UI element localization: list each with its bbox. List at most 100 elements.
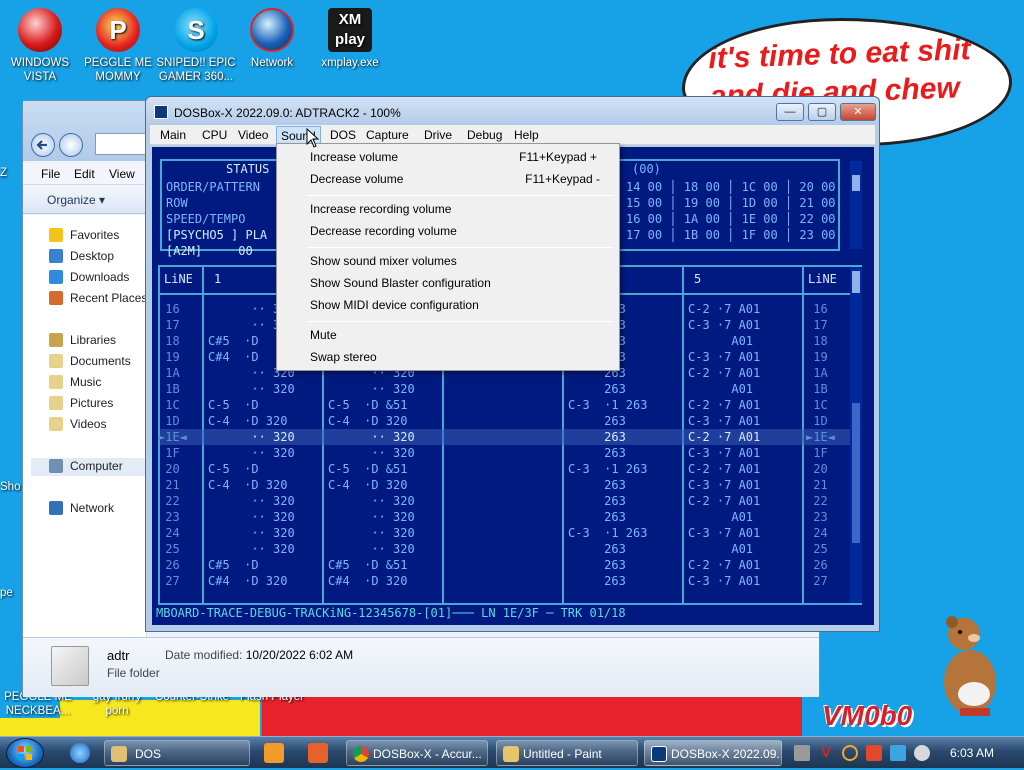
menu-file[interactable]: File <box>41 167 60 181</box>
menu-help[interactable]: Help <box>510 128 543 142</box>
menu-edit[interactable]: Edit <box>74 167 95 181</box>
menu-item-shortcut: F11+Keypad - <box>525 172 600 186</box>
menu-item-decrease-volume[interactable]: Decrease volume F11+Keypad - <box>279 168 617 190</box>
pattern-cell: ·· 320 <box>208 446 295 460</box>
menu-item-increase-recording-volume[interactable]: Increase recording volume <box>279 198 617 220</box>
taskbar-button-paint[interactable]: Untitled - Paint <box>496 740 638 766</box>
back-button[interactable] <box>31 133 55 157</box>
desktop-icon-network[interactable]: Network <box>232 8 312 70</box>
nav-label: Recent Places <box>70 291 148 305</box>
menu-item-show-sound-blaster-configuration[interactable]: Show Sound Blaster configuration <box>279 272 617 294</box>
desktop-icon-peggle[interactable]: P PEGGLE ME MOMMY <box>78 8 158 84</box>
dosbox-menubar: Main CPU Video Sound DOS Capture Drive D… <box>150 125 875 146</box>
dosbox-titlebar[interactable]: DOSBox-X 2022.09.0: ADTRACK2 - 100% — ▢ … <box>146 97 879 125</box>
order-scrollbar[interactable] <box>850 161 862 249</box>
menu-item-show-midi-device-configuration[interactable]: Show MIDI device configuration <box>279 294 617 316</box>
row-number: 23 <box>158 510 180 524</box>
desktop-icon-sniped[interactable]: S SNIPED!! EPIC GAMER 360... <box>156 8 236 84</box>
taskbar: DOS DOSBox-X - Accur... Untitled - Paint… <box>0 736 1024 768</box>
desktop-icon-partial-z[interactable]: Z <box>0 166 22 180</box>
scroll-thumb[interactable] <box>852 175 860 191</box>
row-number: 26 <box>158 558 180 572</box>
tray-display-icon[interactable] <box>890 745 906 761</box>
music-icon <box>49 375 63 389</box>
media-player-icon[interactable] <box>264 743 284 763</box>
desktop-icon-partial-pe[interactable]: pe <box>0 586 24 600</box>
channel-1-header: 1 <box>214 272 222 286</box>
status-line: ORDER/PATTERN <box>166 180 260 194</box>
tray-chip-icon[interactable] <box>794 745 810 761</box>
menu-main[interactable]: Main <box>156 128 190 142</box>
nav-libraries[interactable]: Libraries <box>49 332 149 350</box>
menu-item-decrease-recording-volume[interactable]: Decrease recording volume <box>279 220 617 242</box>
nav-documents[interactable]: Documents <box>49 353 149 371</box>
pattern-cell: C#5 ·D <box>208 558 259 572</box>
menu-debug[interactable]: Debug <box>463 128 506 142</box>
internet-explorer-icon[interactable] <box>70 743 90 763</box>
pattern-cell: ·· 320 <box>208 510 295 524</box>
nav-downloads[interactable]: Downloads <box>49 269 149 287</box>
menu-item-show-sound-mixer-volumes[interactable]: Show sound mixer volumes <box>279 250 617 272</box>
pattern-cell: A01 <box>688 510 754 524</box>
pattern-cell: C-4 ·D 320 <box>328 478 408 492</box>
forward-button[interactable] <box>59 133 83 157</box>
nav-computer[interactable]: Computer <box>31 458 147 476</box>
folder-icon <box>51 646 89 686</box>
menu-cpu[interactable]: CPU <box>198 128 231 142</box>
taskbar-button-dos[interactable]: DOS <box>104 740 250 766</box>
row-number: 1B <box>806 382 828 396</box>
dosbox-app-icon <box>154 105 168 119</box>
nav-favorites[interactable]: Favorites <box>49 227 149 245</box>
start-button[interactable] <box>6 738 44 768</box>
pattern-cell: C-4 ·D 320 <box>328 414 408 428</box>
app-icon-orange[interactable] <box>308 743 328 763</box>
taskbar-button-dosbox-accuracy[interactable]: DOSBox-X - Accur... <box>346 740 488 766</box>
nav-music[interactable]: Music <box>49 374 149 392</box>
row-number: 1C <box>158 398 180 412</box>
row-number: 17 <box>806 318 828 332</box>
taskbar-button-label: DOSBox-X - Accur... <box>373 747 482 761</box>
row-number: 23 <box>806 510 828 524</box>
desktop-icon-windows-vista[interactable]: WINDOWS VISTA <box>0 8 80 84</box>
menu-dos[interactable]: DOS <box>326 128 360 142</box>
close-button[interactable]: ✕ <box>840 103 876 121</box>
tray-flag-icon[interactable] <box>866 745 882 761</box>
nav-desktop[interactable]: Desktop <box>49 248 149 266</box>
taskbar-button-dosbox[interactable]: DOSBox-X 2022.09... <box>644 740 782 766</box>
desktop-icon-xmplay[interactable]: XM play xmplay.exe <box>310 8 390 70</box>
documents-icon <box>49 354 63 368</box>
maximize-button[interactable]: ▢ <box>808 103 836 121</box>
menu-item-label: Increase volume <box>310 150 399 164</box>
taskbar-button-label: DOSBox-X 2022.09... <box>671 747 782 761</box>
menu-capture[interactable]: Capture <box>362 128 413 142</box>
row-number: 18 <box>158 334 180 348</box>
menu-drive[interactable]: Drive <box>420 128 456 142</box>
organize-button[interactable]: Organize ▾ <box>47 193 105 207</box>
scroll-thumb[interactable] <box>852 271 860 293</box>
pattern-cell: C-3 ·7 A01 <box>688 446 761 460</box>
menu-view[interactable]: View <box>109 167 135 181</box>
minimize-button[interactable]: — <box>776 103 804 121</box>
desktop-icon-partial-sho[interactable]: Sho <box>0 480 24 494</box>
pattern-cell: C-3 ·7 A01 <box>688 526 761 540</box>
tray-search-icon[interactable] <box>842 745 858 761</box>
status-line: [A2M] 00 <box>166 244 253 258</box>
nav-recent-places[interactable]: Recent Places <box>49 290 149 308</box>
nav-videos[interactable]: Videos <box>49 416 149 434</box>
menu-video[interactable]: Video <box>234 128 272 142</box>
menu-item-label: Decrease recording volume <box>310 224 457 238</box>
tray-v-icon[interactable]: V <box>818 745 834 761</box>
menu-item-mute[interactable]: Mute <box>279 324 617 346</box>
pattern-cell: A01 <box>688 382 754 396</box>
menu-item-swap-stereo[interactable]: Swap stereo <box>279 346 617 368</box>
details-modified: Date modified: 10/20/2022 6:02 AM <box>165 648 353 662</box>
taskbar-clock: 6:03 AM <box>950 746 995 760</box>
scroll-thumb[interactable] <box>852 403 860 543</box>
tray-volume-icon[interactable] <box>914 745 930 761</box>
pattern-scrollbar[interactable] <box>850 267 862 603</box>
row-number: 1F <box>158 446 180 460</box>
nav-network[interactable]: Network <box>49 500 149 518</box>
menu-item-increase-volume[interactable]: Increase volume F11+Keypad + <box>279 146 617 168</box>
recent-places-icon <box>49 291 63 305</box>
nav-pictures[interactable]: Pictures <box>49 395 149 413</box>
